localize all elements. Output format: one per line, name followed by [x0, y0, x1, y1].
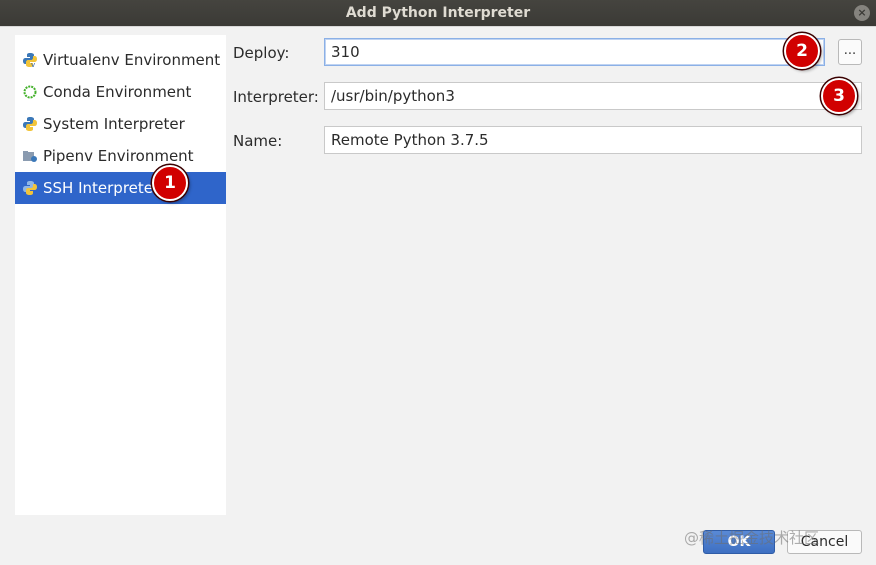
sidebar-item-system[interactable]: System Interpreter — [15, 108, 226, 140]
python-icon — [21, 115, 39, 133]
dialog-body: v Virtualenv Environment Conda Environme… — [0, 26, 876, 565]
pipenv-folder-icon — [21, 147, 39, 165]
annotation-badge-2: 2 — [784, 33, 820, 69]
ok-button[interactable]: OK — [703, 530, 775, 554]
annotation-badge-1: 1 — [152, 165, 188, 201]
annotation-badge-3: 3 — [821, 78, 857, 114]
name-value: Remote Python 3.7.5 — [331, 131, 489, 149]
sidebar-item-label: Conda Environment — [43, 83, 192, 101]
svg-text:v: v — [31, 61, 35, 68]
close-window-button[interactable]: × — [854, 5, 870, 21]
sidebar-item-label: System Interpreter — [43, 115, 185, 133]
interpreter-field[interactable]: /usr/bin/python3 — [324, 82, 862, 110]
window-title: Add Python Interpreter — [345, 5, 531, 21]
python-virtualenv-icon: v — [21, 51, 39, 69]
window-titlebar: Add Python Interpreter × — [0, 0, 876, 26]
browse-deploy-button[interactable]: ... — [838, 39, 862, 65]
interpreter-label: Interpreter: — [233, 88, 319, 106]
sidebar-item-label: Pipenv Environment — [43, 147, 194, 165]
sidebar-item-label: SSH Interpreter — [43, 179, 160, 197]
sidebar-item-conda[interactable]: Conda Environment — [15, 76, 226, 108]
deploy-value: 310 — [331, 43, 360, 61]
sidebar-item-ssh[interactable]: SSH Interpreter — [15, 172, 226, 204]
sidebar-item-virtualenv[interactable]: v Virtualenv Environment — [15, 44, 226, 76]
sidebar-item-pipenv[interactable]: Pipenv Environment — [15, 140, 226, 172]
deploy-field[interactable]: 310 — [324, 38, 825, 66]
python-remote-icon — [21, 179, 39, 197]
sidebar-item-label: Virtualenv Environment — [43, 51, 221, 69]
conda-ring-icon — [21, 83, 39, 101]
cancel-button[interactable]: Cancel — [787, 530, 862, 554]
name-field[interactable]: Remote Python 3.7.5 — [324, 126, 862, 154]
interpreter-type-list: v Virtualenv Environment Conda Environme… — [15, 35, 226, 515]
deploy-label: Deploy: — [233, 44, 290, 62]
name-label: Name: — [233, 132, 283, 150]
interpreter-value: /usr/bin/python3 — [331, 87, 455, 105]
